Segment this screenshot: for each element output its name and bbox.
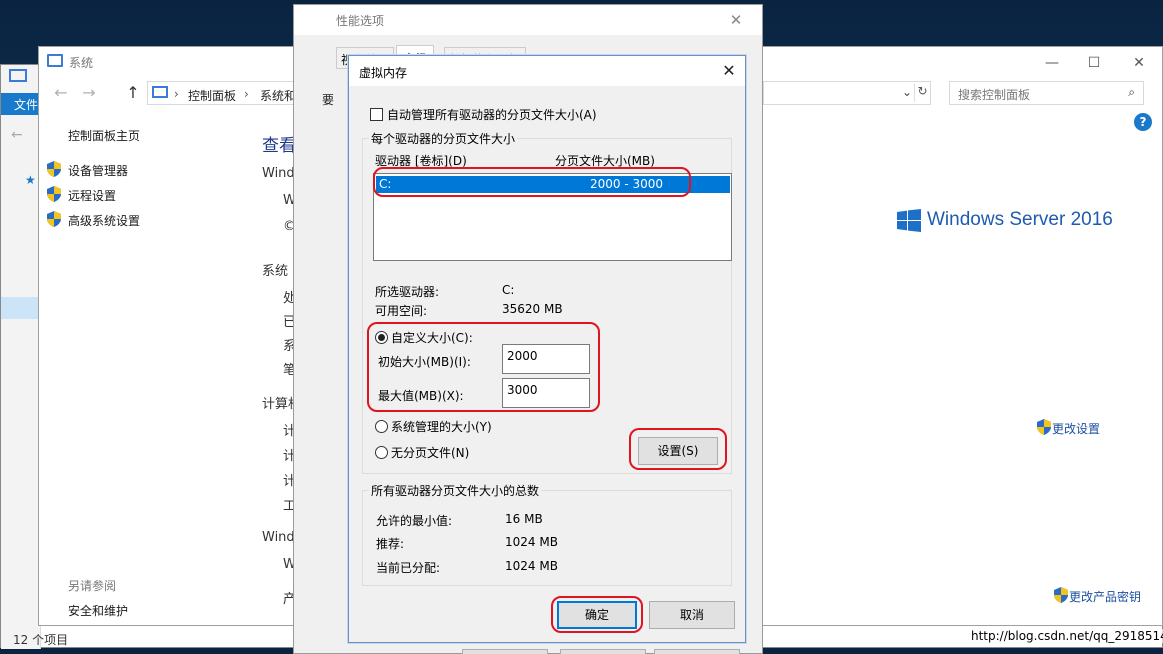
sidebar-item-advanced-settings[interactable]: 高级系统设置 [47, 211, 140, 230]
sidebar-home-link[interactable]: 控制面板主页 [68, 127, 140, 144]
control-panel-icon [152, 86, 168, 98]
system-section-heading: 系统 [262, 264, 289, 279]
close-button[interactable]: ✕ [1119, 52, 1159, 74]
system-window-title: 系统 [69, 56, 94, 70]
system-icon [47, 54, 63, 67]
breadcrumb-separator: › [244, 87, 249, 101]
address-bar-right[interactable]: ⌄ ↻ [763, 81, 931, 105]
brand-text: Windows Server 2016 [927, 209, 1113, 230]
change-product-key-label: 更改产品密钥 [1069, 590, 1142, 604]
bottom-button[interactable] [654, 649, 740, 654]
free-space-label: 可用空间: [375, 304, 428, 318]
sidebar-item-remote-settings[interactable]: 远程设置 [47, 186, 116, 205]
performance-options-title: 性能选项 [336, 14, 385, 28]
shield-icon [47, 186, 61, 202]
virtual-memory-title: 虚拟内存 [359, 66, 408, 80]
refresh-icon[interactable]: ↻ [914, 84, 930, 102]
free-space-value: 35620 MB [502, 302, 563, 316]
up-icon[interactable]: ↑ [123, 83, 143, 103]
explorer-nav-pane: 文件 ← ★ [1, 65, 41, 649]
current-allocated-label: 当前已分配: [376, 561, 441, 575]
performance-options-titlebar: 性能选项 ✕ [294, 5, 762, 35]
shield-icon [47, 161, 61, 177]
system-managed-label: 系统管理的大小(Y) [391, 420, 492, 434]
sidebar-item-label: 设备管理器 [68, 164, 129, 178]
sidebar-item-label: 高级系统设置 [68, 214, 141, 228]
no-paging-label: 无分页文件(N) [391, 446, 470, 460]
annotation-highlight [551, 596, 643, 633]
selected-drive-label: 所选驱动器: [375, 285, 440, 299]
shield-icon [1037, 419, 1051, 435]
annotation-highlight [373, 167, 691, 197]
breadcrumb-system[interactable]: 系统和 [260, 87, 296, 104]
page-heading: 查看 [262, 136, 296, 156]
minimize-button[interactable]: — [1032, 52, 1072, 74]
help-icon[interactable]: ? [1134, 113, 1152, 131]
back-icon[interactable]: ← [51, 83, 71, 103]
sidebar-item-label: 远程设置 [68, 189, 117, 203]
virtual-memory-dialog: 虚拟内存 ✕ 自动管理所有驱动器的分页文件大小(A) 每个驱动器的分页文件大小 … [348, 55, 746, 643]
annotation-highlight [629, 428, 727, 470]
virtual-memory-titlebar: 虚拟内存 ✕ [349, 56, 745, 86]
search-input[interactable]: 搜索控制面板 ⌕ [949, 81, 1144, 105]
search-placeholder: 搜索控制面板 [958, 88, 1031, 102]
computer-icon [9, 69, 27, 82]
windows-logo-icon [897, 209, 921, 232]
maximize-button[interactable]: ☐ [1074, 52, 1114, 74]
security-maintenance-link[interactable]: 安全和维护 [68, 602, 128, 619]
bottom-button[interactable] [560, 649, 646, 654]
shield-icon [1054, 587, 1068, 603]
current-allocated-value: 1024 MB [505, 559, 558, 573]
annotation-highlight [367, 322, 600, 412]
change-settings-label: 更改设置 [1052, 422, 1101, 436]
sidebar-item-device-manager[interactable]: 设备管理器 [47, 161, 128, 180]
forward-icon[interactable]: → [79, 83, 99, 103]
watermark-url: http://blog.csdn.net/qq_29185141 [969, 629, 1163, 643]
breadcrumb-separator: › [174, 87, 179, 101]
no-paging-radio[interactable] [375, 446, 388, 459]
star-icon[interactable]: ★ [25, 173, 36, 187]
back-arrow-icon[interactable]: ← [11, 127, 23, 143]
recommended-label: 推荐: [376, 537, 405, 551]
address-bar[interactable]: › 控制面板 › 系统和 [147, 81, 297, 105]
selected-nav-item[interactable] [1, 297, 41, 319]
breadcrumb-control-panel[interactable]: 控制面板 [188, 87, 236, 104]
min-allowed-label: 允许的最小值: [376, 514, 453, 528]
side-label: 要 [322, 93, 335, 107]
chevron-down-icon[interactable]: ⌄ [902, 85, 912, 99]
per-drive-group-title: 每个驱动器的分页文件大小 [369, 130, 518, 147]
item-count-status: 12 个项目 [13, 633, 69, 647]
auto-manage-checkbox[interactable] [370, 108, 383, 121]
close-button[interactable]: ✕ [717, 60, 741, 82]
cancel-button[interactable]: 取消 [649, 601, 735, 629]
recommended-value: 1024 MB [505, 535, 558, 549]
see-also-heading: 另请参阅 [68, 579, 117, 593]
totals-group-title: 所有驱动器分页文件大小的总数 [369, 482, 542, 499]
system-managed-radio[interactable] [375, 420, 388, 433]
auto-manage-label: 自动管理所有驱动器的分页文件大小(A) [387, 108, 597, 122]
ribbon-file-tab[interactable]: 文件 [1, 93, 41, 115]
search-icon: ⌕ [1128, 85, 1135, 99]
close-icon[interactable]: ✕ [724, 9, 748, 31]
selected-drive-value: C: [502, 283, 515, 297]
bottom-button[interactable] [462, 649, 548, 654]
min-allowed-value: 16 MB [505, 512, 543, 526]
shield-icon [47, 211, 61, 227]
